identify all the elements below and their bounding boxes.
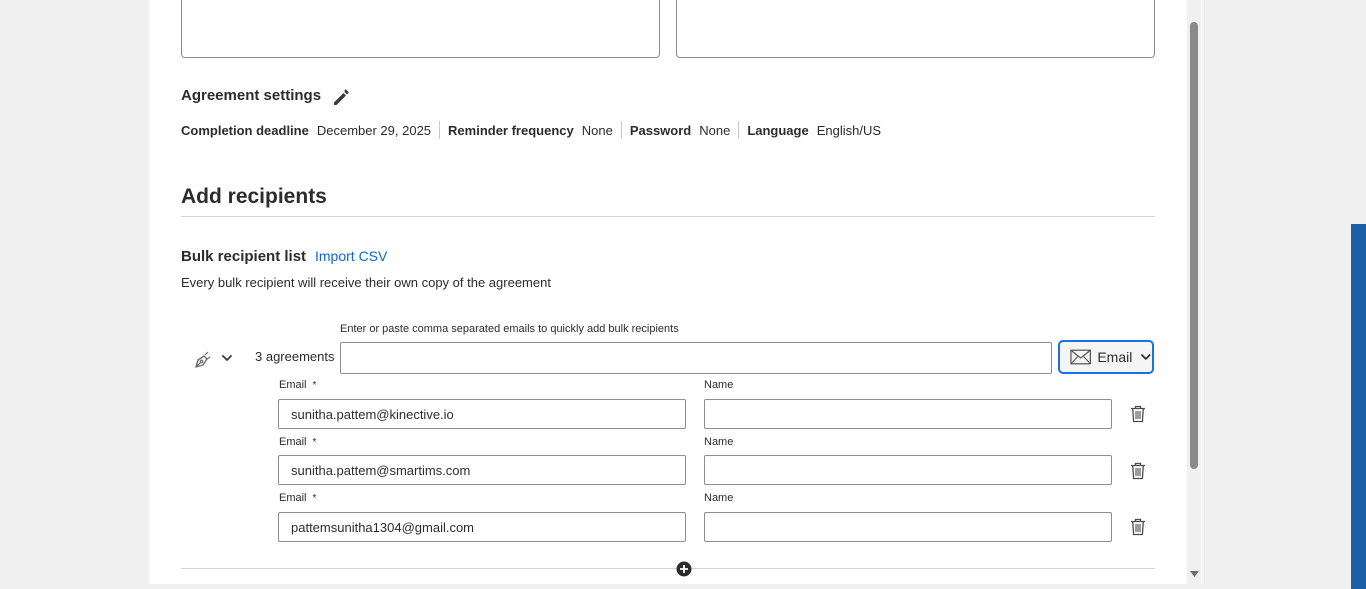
divider (181, 216, 1155, 217)
recipient-email-input[interactable]: sunitha.pattem@kinective.io (278, 399, 686, 429)
recipient-name-input[interactable] (704, 512, 1112, 542)
setting-reminder-frequency: Reminder frequency None (439, 121, 621, 139)
divider (181, 568, 1155, 569)
recipient-email-input[interactable]: sunitha.pattem@smartims.com (278, 455, 686, 485)
email-label: Email * (279, 379, 317, 391)
add-recipients-heading: Add recipients (181, 185, 327, 208)
recipient-name-input[interactable] (704, 455, 1112, 485)
setting-value: None (699, 122, 731, 138)
side-panel-edge (1351, 224, 1366, 589)
agreement-panel: Agreement settings Completion deadline D… (149, 0, 1202, 584)
delivery-method-value: Email (1097, 349, 1133, 365)
name-label: Name (704, 492, 734, 504)
setting-label: Completion deadline (181, 122, 309, 138)
message-textarea-left[interactable] (181, 0, 660, 58)
chevron-down-icon[interactable] (220, 351, 234, 365)
agreements-count: 3 agreements (255, 349, 335, 364)
email-label: Email * (279, 492, 317, 504)
scroll-down-arrow-icon[interactable] (1190, 571, 1199, 577)
pen-nib-icon[interactable] (192, 350, 212, 370)
trash-icon[interactable] (1130, 518, 1146, 536)
setting-value: English/US (816, 122, 882, 138)
bulk-recipient-list-title: Bulk recipient list (181, 248, 307, 265)
chevron-down-icon (1141, 354, 1151, 360)
bulk-email-input[interactable] (340, 342, 1052, 374)
setting-value: None (581, 122, 613, 138)
message-textarea-right[interactable] (676, 0, 1155, 58)
agreement-settings-title: Agreement settings (181, 87, 322, 104)
name-label: Name (704, 436, 734, 448)
setting-label: Password (629, 122, 692, 138)
import-csv-link[interactable]: Import CSV (315, 248, 387, 264)
recipient-name-input[interactable] (704, 399, 1112, 429)
pencil-icon[interactable] (331, 87, 351, 107)
settings-summary: Completion deadline December 29, 2025 Re… (181, 121, 889, 139)
setting-value: December 29, 2025 (316, 122, 432, 138)
setting-completion-deadline: Completion deadline December 29, 2025 (181, 121, 439, 139)
bulk-description: Every bulk recipient will receive their … (181, 275, 551, 290)
setting-language: Language English/US (738, 121, 889, 139)
envelope-icon (1070, 349, 1092, 365)
recipient-email-input[interactable]: pattemsunitha1304@gmail.com (278, 512, 686, 542)
setting-label: Language (747, 122, 809, 138)
trash-icon[interactable] (1130, 405, 1146, 423)
delivery-method-select[interactable]: Email (1058, 340, 1154, 374)
scrollbar-thumb[interactable] (1190, 22, 1198, 469)
setting-password: Password None (620, 121, 739, 139)
trash-icon[interactable] (1130, 462, 1146, 480)
plus-circle-icon[interactable] (676, 561, 692, 577)
bulk-input-hint: Enter or paste comma separated emails to… (340, 323, 679, 335)
setting-label: Reminder frequency (448, 122, 574, 138)
email-label: Email * (279, 436, 317, 448)
name-label: Name (704, 379, 734, 391)
